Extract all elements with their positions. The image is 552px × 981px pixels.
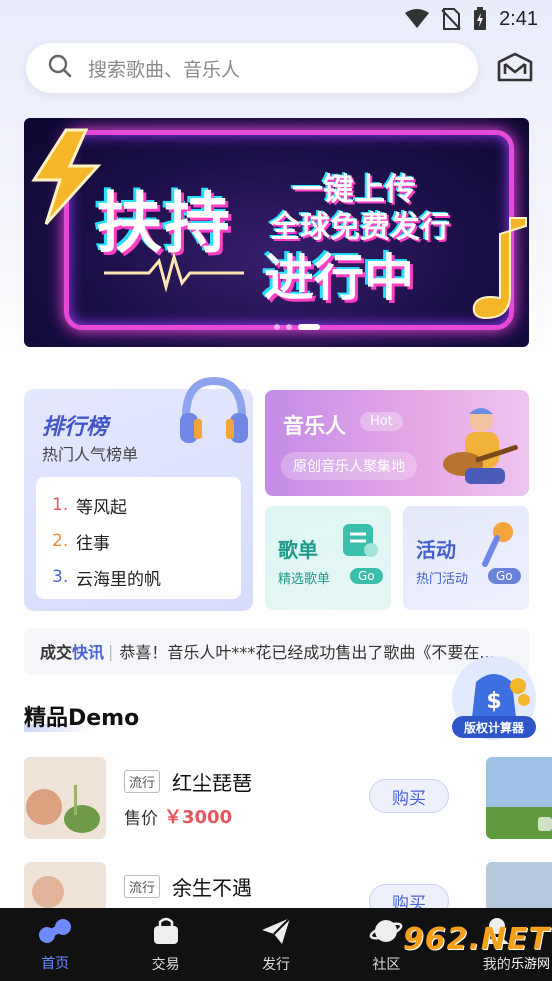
- paper-plane-icon: [260, 916, 292, 950]
- playlist-icon: [341, 520, 381, 564]
- rank-song-title: 云海里的帆: [76, 569, 161, 590]
- side-cover-image: [486, 757, 552, 839]
- lightning-bolt-icon: [26, 128, 106, 232]
- rank-number: 1.: [52, 495, 69, 515]
- status-time: 2:41: [499, 7, 538, 30]
- musician-subtitle: 原创音乐人聚集地: [281, 452, 417, 480]
- playlist-title: 歌单: [278, 538, 318, 562]
- wifi-icon: [405, 9, 430, 29]
- ranking-item[interactable]: 1. 等风起: [52, 487, 241, 523]
- page-dot: [286, 324, 292, 330]
- musician-card[interactable]: 音乐人 Hot 原创音乐人聚集地: [265, 390, 529, 496]
- page-dot-active: [298, 324, 320, 330]
- ranking-card[interactable]: 排行榜 热门人气榜单 1. 等风起 2. 往事 3. 云海里的帆: [24, 376, 253, 611]
- svg-text:$: $: [486, 689, 501, 714]
- price-label: 售价: [124, 809, 158, 829]
- planet-icon: [369, 916, 403, 950]
- soundwave-icon: [104, 251, 244, 297]
- microphone-icon: [479, 520, 519, 572]
- search-bar[interactable]: 搜索歌曲、音乐人: [26, 43, 478, 93]
- no-sim-icon: [441, 8, 461, 30]
- activity-card[interactable]: 活动 热门活动 Go: [403, 506, 529, 610]
- demo-item[interactable]: 流行 红尘琵琶 售价 ￥3000 购买: [24, 757, 552, 841]
- music-note-icon: [470, 214, 529, 328]
- ticker-separator: |: [108, 641, 114, 661]
- nav-trade[interactable]: 交易: [110, 908, 220, 981]
- ticker-message: 恭喜！音乐人叶***花已经成功售出了歌曲《不要在...: [119, 643, 495, 662]
- search-icon: [48, 54, 72, 82]
- activity-go-button[interactable]: Go: [488, 568, 521, 584]
- rank-number: 3.: [52, 567, 69, 587]
- demo-cover-image: [24, 757, 106, 839]
- ranking-item[interactable]: 2. 往事: [52, 523, 241, 559]
- demo-title: 余生不遇: [172, 876, 252, 900]
- section-title: 精品Demo: [24, 706, 140, 731]
- search-placeholder: 搜索歌曲、音乐人: [88, 58, 241, 81]
- ticker-label-news: 快讯: [72, 643, 105, 662]
- battery-charging-icon: [473, 7, 487, 31]
- guitarist-illustration: [435, 402, 525, 496]
- banner-line-3: 进行中: [264, 249, 414, 307]
- calculator-label: 版权计算器: [464, 720, 525, 735]
- ranking-list: 1. 等风起 2. 往事 3. 云海里的帆: [36, 477, 241, 599]
- activity-subtitle: 热门活动: [416, 572, 469, 587]
- watermark-logo: 962.NET: [402, 922, 550, 957]
- genre-tag: 流行: [124, 770, 161, 793]
- playlist-go-button[interactable]: Go: [350, 568, 383, 584]
- copyright-calculator-button[interactable]: $ 版权计算器: [446, 652, 542, 752]
- nav-publish[interactable]: 发行: [221, 908, 331, 981]
- rank-number: 2.: [52, 531, 69, 551]
- buy-button[interactable]: 购买: [369, 779, 449, 813]
- activity-title: 活动: [416, 538, 456, 562]
- nav-publish-label: 发行: [261, 956, 290, 973]
- musician-title: 音乐人: [283, 414, 346, 438]
- message-box-icon[interactable]: [495, 48, 535, 88]
- banner-headline: 扶持: [96, 185, 232, 262]
- genre-tag: 流行: [124, 875, 161, 898]
- price-value: ￥3000: [164, 807, 233, 828]
- nav-home-label: 首页: [41, 955, 70, 972]
- page-dot: [274, 324, 280, 330]
- hot-badge: Hot: [360, 412, 403, 431]
- rank-song-title: 等风起: [76, 497, 127, 518]
- nav-home[interactable]: 首页: [0, 908, 110, 981]
- playlist-card[interactable]: 歌单 精选歌单 Go: [265, 506, 391, 610]
- playlist-subtitle: 精选歌单: [278, 572, 331, 587]
- bag-icon: [152, 916, 180, 950]
- banner-pagination: [274, 324, 320, 330]
- ticker-label-deal: 成交: [40, 643, 73, 662]
- promo-banner[interactable]: 扶持 一键上传 全球免费发行 进行中: [24, 118, 529, 347]
- ranking-title: 排行榜: [42, 415, 109, 440]
- rank-song-title: 往事: [76, 533, 110, 554]
- headphones-icon: [174, 371, 254, 453]
- watermark: 962.NET 乐游网: [403, 922, 550, 976]
- nav-community-label: 社区: [372, 956, 401, 973]
- nav-trade-label: 交易: [151, 956, 180, 973]
- status-bar: 2:41: [0, 0, 552, 38]
- home-icon: [37, 917, 73, 949]
- ranking-subtitle: 热门人气榜单: [42, 445, 139, 464]
- watermark-site: 乐游网: [510, 957, 550, 972]
- demo-title: 红尘琵琶: [172, 771, 252, 795]
- ranking-item[interactable]: 3. 云海里的帆: [52, 559, 241, 595]
